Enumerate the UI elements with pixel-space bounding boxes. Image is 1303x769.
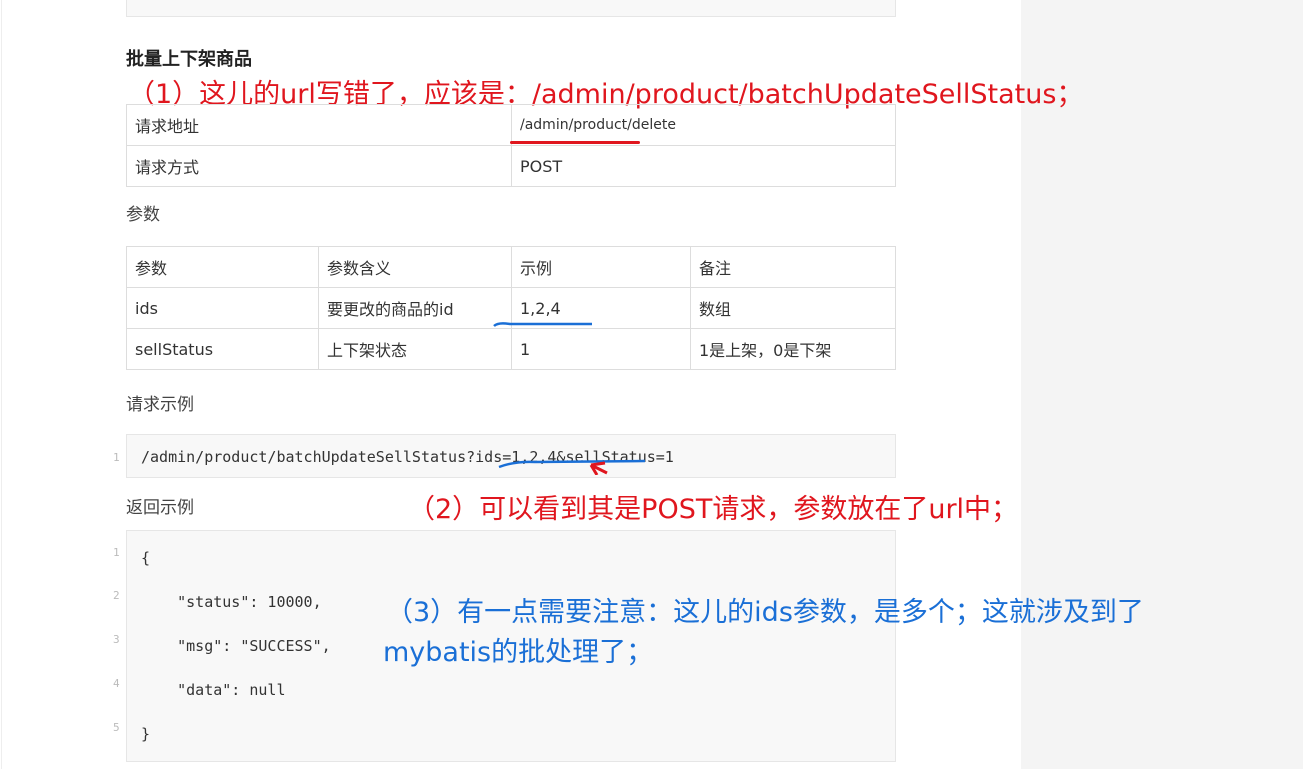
text-line: }: [141, 725, 151, 743]
text-line: {: [141, 549, 151, 567]
table-cell: 请求地址: [126, 104, 512, 146]
table-cell: sellStatus: [126, 328, 319, 370]
table-cell: 请求方式: [126, 145, 512, 187]
text-line: "data": null: [141, 681, 286, 699]
section-heading: 批量上下架商品: [126, 49, 252, 70]
table-cell: ids: [126, 287, 319, 329]
table-cell: 参数: [126, 246, 319, 288]
table-cell: 备注: [690, 246, 896, 288]
table-cell: 上下架状态: [318, 328, 512, 370]
annotation-2: （2）可以看到其是POST请求，参数放在了url中；: [408, 494, 1019, 525]
table-cell: 参数含义: [318, 246, 512, 288]
table-cell: 示例: [511, 246, 691, 288]
left-border: [1, 0, 2, 769]
table-row: 参数 参数含义 示例 备注: [126, 246, 896, 288]
blue-underline-arrow: [498, 459, 646, 475]
response-example-label: 返回示例: [126, 498, 194, 518]
text-line: 1: [113, 451, 120, 464]
table-cell: 要更改的商品的id: [318, 287, 512, 329]
text-line: 3: [113, 633, 120, 646]
table-cell: 数组: [690, 287, 896, 329]
text-line: 2: [113, 589, 120, 602]
text-line: "status": 10000,: [141, 593, 322, 611]
text-line: 1: [113, 546, 120, 559]
table-cell: POST: [511, 145, 896, 187]
text-line: 5: [113, 721, 120, 734]
text-line: "msg": "SUCCESS",: [141, 637, 331, 655]
blue-underline: [493, 322, 592, 327]
table-row: sellStatus 上下架状态 1 1是上架，0是下架: [126, 328, 896, 370]
table-cell: 1是上架，0是下架: [690, 328, 896, 370]
right-panel: [1021, 0, 1303, 769]
table-cell: /admin/product/delete: [511, 104, 896, 146]
annotation-3-line-1: （3）有一点需要注意：这儿的ids参数，是多个；这就涉及到了: [386, 597, 1144, 628]
table-cell: 1: [511, 328, 691, 370]
params-label: 参数: [126, 205, 160, 225]
red-underline: [510, 141, 640, 144]
request-example-label: 请求示例: [126, 395, 194, 415]
previous-code-block: [126, 0, 896, 17]
text-line: 4: [113, 677, 120, 690]
params-table: 参数 参数含义 示例 备注 ids 要更改的商品的id 1,2,4 数组 sellStatu…: [126, 246, 896, 370]
table-row: 请求地址/admin/product/delete: [126, 104, 896, 146]
annotation-3-line-2: mybatis的批处理了；: [383, 637, 654, 668]
request-table: 请求地址/admin/product/delete 请求方式 POST: [126, 104, 896, 187]
table-row: 请求方式 POST: [126, 145, 896, 187]
